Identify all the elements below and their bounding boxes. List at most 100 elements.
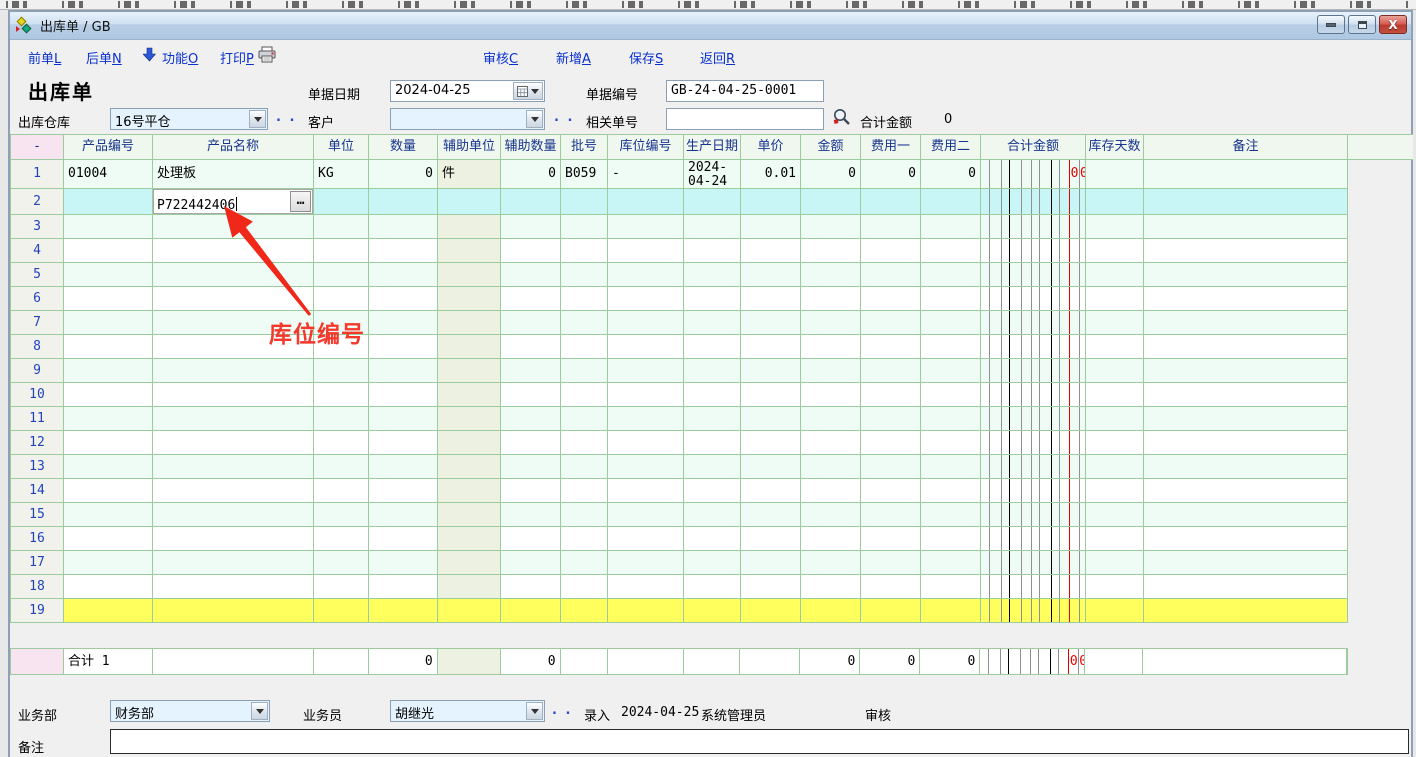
row-number[interactable]: 10 — [11, 383, 64, 406]
grid-cell[interactable] — [921, 189, 981, 214]
grid-cell[interactable] — [861, 189, 921, 214]
grid-cell[interactable] — [981, 383, 1086, 406]
grid-cell[interactable] — [981, 575, 1086, 598]
clipped-menu-bar[interactable] — [0, 0, 1416, 10]
grid-cell[interactable] — [369, 335, 438, 358]
grid-cell[interactable] — [314, 527, 369, 550]
grid-cell[interactable]: 件 — [438, 160, 501, 188]
grid-cell[interactable] — [684, 575, 741, 598]
grid-cell[interactable] — [561, 527, 608, 550]
grid-cell[interactable] — [608, 527, 684, 550]
grid-cell[interactable] — [981, 551, 1086, 574]
grid-cell[interactable] — [861, 503, 921, 526]
grid-cell[interactable] — [1144, 383, 1348, 406]
grid-cell[interactable] — [369, 311, 438, 334]
grid-cell[interactable] — [153, 263, 314, 286]
grid-cell[interactable] — [981, 311, 1086, 334]
grid-cell[interactable] — [801, 503, 861, 526]
grid-cell[interactable] — [501, 407, 561, 430]
grid-cell[interactable] — [1144, 455, 1348, 478]
grid-cell[interactable] — [608, 215, 684, 238]
grid-cell[interactable] — [438, 407, 501, 430]
grid-cell[interactable] — [861, 263, 921, 286]
grid-cell[interactable] — [561, 503, 608, 526]
grid-cell[interactable] — [608, 335, 684, 358]
function-menu-button[interactable]: 功能O — [162, 48, 198, 67]
grid-cell[interactable] — [741, 311, 801, 334]
grid-cell[interactable] — [801, 599, 861, 622]
grid-cell[interactable] — [608, 263, 684, 286]
search-icon[interactable] — [832, 107, 851, 126]
audit-button[interactable]: 审核C — [483, 48, 518, 67]
grid-cell[interactable] — [153, 431, 314, 454]
grid-cell[interactable] — [741, 503, 801, 526]
grid-cell[interactable] — [369, 359, 438, 382]
grid-cell[interactable] — [921, 383, 981, 406]
grid-cell[interactable]: 2024-04-24 — [684, 160, 741, 188]
grid-cell[interactable] — [1086, 503, 1144, 526]
grid-cell[interactable] — [153, 551, 314, 574]
grid-cell[interactable] — [861, 407, 921, 430]
grid-cell[interactable] — [608, 311, 684, 334]
grid-cell[interactable] — [1086, 599, 1144, 622]
grid-cell[interactable] — [501, 215, 561, 238]
doc-date-picker[interactable]: 2024-04-25 — [390, 80, 545, 102]
customer-dropdown-button[interactable] — [526, 110, 543, 128]
remark-input[interactable] — [110, 729, 1409, 754]
grid-edit-input[interactable]: P722442406… — [153, 189, 313, 214]
grid-cell[interactable] — [314, 599, 369, 622]
grid-cell[interactable] — [684, 455, 741, 478]
grid-cell[interactable] — [438, 263, 501, 286]
row-number[interactable]: 14 — [11, 479, 64, 502]
grid-cell[interactable] — [684, 479, 741, 502]
grid-cell[interactable] — [1086, 455, 1144, 478]
grid-cell[interactable] — [153, 503, 314, 526]
grid-cell[interactable] — [501, 551, 561, 574]
grid-cell[interactable] — [1144, 407, 1348, 430]
grid-cell[interactable] — [608, 383, 684, 406]
clerk-browse-dots[interactable]: . . — [552, 703, 572, 718]
grid-cell[interactable] — [981, 479, 1086, 502]
grid-cell[interactable] — [501, 189, 561, 214]
printer-icon[interactable] — [258, 46, 278, 64]
grid-cell[interactable] — [64, 575, 153, 598]
grid-cell[interactable] — [684, 335, 741, 358]
grid-cell[interactable] — [1144, 189, 1348, 214]
grid-cell[interactable] — [314, 479, 369, 502]
grid-cell[interactable] — [438, 479, 501, 502]
row-number[interactable]: 17 — [11, 551, 64, 574]
grid-cell[interactable]: - — [608, 160, 684, 188]
grid-cell[interactable] — [608, 239, 684, 262]
grid-cell[interactable] — [64, 551, 153, 574]
grid-cell[interactable] — [64, 335, 153, 358]
grid-cell[interactable] — [153, 455, 314, 478]
grid-cell[interactable] — [981, 335, 1086, 358]
grid-cell[interactable] — [801, 407, 861, 430]
grid-cell[interactable] — [921, 359, 981, 382]
grid-cell[interactable] — [369, 503, 438, 526]
grid-cell[interactable] — [369, 287, 438, 310]
grid-cell[interactable] — [1144, 431, 1348, 454]
grid-cell[interactable] — [438, 215, 501, 238]
grid-cell[interactable] — [861, 575, 921, 598]
grid-cell[interactable] — [369, 551, 438, 574]
grid-cell[interactable] — [608, 551, 684, 574]
grid-cell[interactable] — [153, 239, 314, 262]
grid-cell[interactable] — [501, 527, 561, 550]
grid-cell[interactable] — [438, 383, 501, 406]
grid-cell[interactable] — [861, 359, 921, 382]
grid-cell[interactable] — [314, 503, 369, 526]
grid-cell[interactable] — [1144, 503, 1348, 526]
customer-browse-dots[interactable]: . . — [554, 110, 574, 125]
grid-cell[interactable]: 0 — [369, 160, 438, 188]
grid-cell[interactable] — [314, 311, 369, 334]
grid-cell[interactable] — [608, 407, 684, 430]
grid-cell[interactable] — [64, 287, 153, 310]
grid-cell[interactable] — [153, 359, 314, 382]
row-number[interactable]: 5 — [11, 263, 64, 286]
row-number[interactable]: 16 — [11, 527, 64, 550]
row-number[interactable]: 9 — [11, 359, 64, 382]
grid-cell[interactable] — [1086, 189, 1144, 214]
grid-cell[interactable] — [153, 527, 314, 550]
grid-cell[interactable] — [608, 455, 684, 478]
